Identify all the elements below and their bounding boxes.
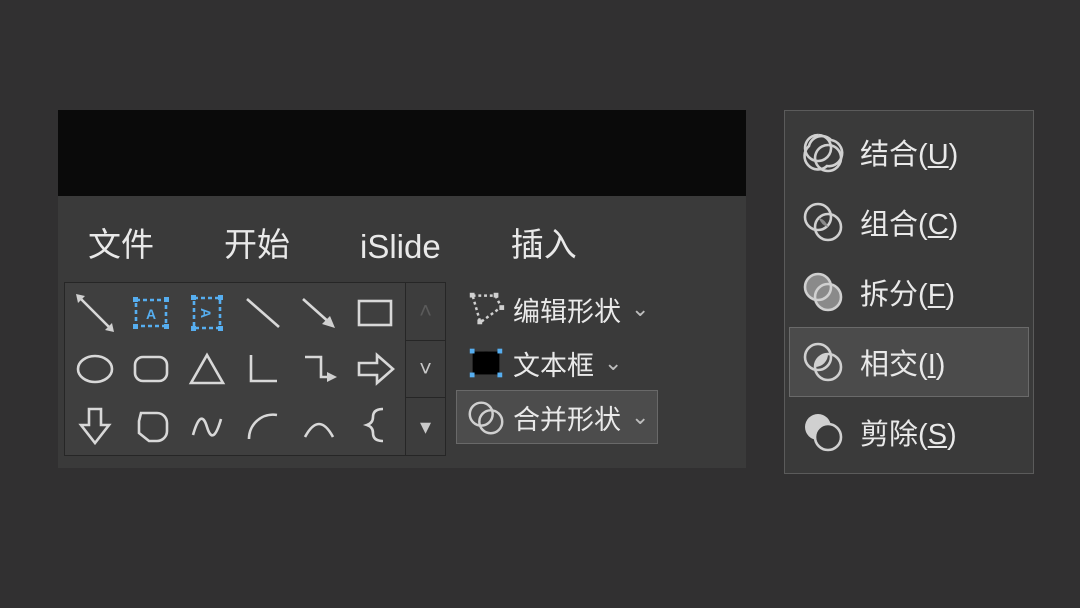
menu-label: 相交(I) — [860, 341, 945, 383]
menu-label: 组合(C) — [860, 201, 958, 243]
shape-line-diagonal[interactable] — [69, 287, 121, 339]
ribbon-tab-islide[interactable]: iSlide — [360, 228, 441, 266]
shape-arc[interactable] — [237, 399, 289, 451]
shape-arrow-line[interactable] — [293, 287, 345, 339]
svg-text:A: A — [477, 348, 495, 376]
shape-line[interactable] — [237, 287, 289, 339]
merge-shapes-menu: 结合(U) 组合(C) 拆分(F) 相交(I) 剪除(S) — [784, 110, 1034, 474]
shape-block-arrow-down[interactable] — [69, 399, 121, 451]
gallery-scrollbar: ˄ ˅ ▾ — [406, 282, 446, 456]
ribbon-tab-file[interactable]: 文件 — [88, 218, 154, 266]
shape-rectangle[interactable] — [349, 287, 401, 339]
menu-item-union[interactable]: 结合(U) — [789, 117, 1029, 187]
gallery-more-button[interactable]: ▾ — [406, 398, 445, 455]
subtract-icon — [800, 409, 846, 455]
text-box-button[interactable]: A 文本框 ⌄ — [456, 336, 658, 390]
merge-shapes-icon — [465, 396, 507, 438]
shape-elbow-connector[interactable] — [293, 343, 345, 395]
combine-icon — [800, 199, 846, 245]
shape-block-arrow-right[interactable] — [349, 343, 401, 395]
menu-label: 结合(U) — [860, 131, 958, 173]
edit-shape-label: 编辑形状 — [513, 290, 621, 329]
chevron-down-icon: ⌄ — [631, 296, 649, 322]
edit-shape-icon — [465, 288, 507, 330]
ribbon-tab-home[interactable]: 开始 — [224, 218, 290, 266]
shape-tools-commands: 编辑形状 ⌄ A 文本框 ⌄ 合并形状 ⌄ — [446, 282, 658, 444]
chevron-down-icon: ⌄ — [604, 350, 622, 376]
svg-text:A: A — [198, 308, 214, 318]
shape-blob[interactable] — [125, 399, 177, 451]
gallery-scroll-up[interactable]: ˄ — [406, 283, 445, 341]
text-box-icon: A — [465, 342, 507, 384]
menu-item-subtract[interactable]: 剪除(S) — [789, 397, 1029, 467]
ribbon-body: A A — [58, 276, 746, 468]
shape-ellipse[interactable] — [69, 343, 121, 395]
shapes-gallery-wrap: A A — [64, 282, 446, 456]
menu-item-combine[interactable]: 组合(C) — [789, 187, 1029, 257]
shape-textbox-horizontal[interactable]: A — [125, 287, 177, 339]
ribbon-tab-insert[interactable]: 插入 — [511, 218, 577, 266]
menu-label: 拆分(F) — [860, 271, 955, 313]
merge-shapes-label: 合并形状 — [513, 398, 621, 437]
shape-triangle[interactable] — [181, 343, 233, 395]
union-icon — [800, 129, 846, 175]
menu-label: 剪除(S) — [860, 411, 957, 453]
ribbon-tab-strip: 文件 开始 iSlide 插入 — [58, 196, 746, 276]
shape-freeform[interactable] — [181, 399, 233, 451]
menu-item-intersect[interactable]: 相交(I) — [789, 327, 1029, 397]
shape-caret[interactable] — [293, 399, 345, 451]
chevron-down-icon: ⌄ — [631, 404, 649, 430]
merge-shapes-button[interactable]: 合并形状 ⌄ — [456, 390, 658, 444]
intersect-icon — [800, 339, 846, 385]
shape-round-rect[interactable] — [125, 343, 177, 395]
ribbon-panel: 文件 开始 iSlide 插入 A A — [58, 110, 746, 468]
shapes-gallery: A A — [64, 282, 406, 456]
text-box-label: 文本框 — [513, 344, 594, 383]
shape-right-angle[interactable] — [237, 343, 289, 395]
edit-shape-button[interactable]: 编辑形状 ⌄ — [456, 282, 658, 336]
svg-text:A: A — [146, 306, 156, 322]
window-titlebar-placeholder — [58, 110, 746, 196]
gallery-scroll-down[interactable]: ˅ — [406, 341, 445, 399]
shape-brace-left[interactable] — [349, 399, 401, 451]
menu-item-fragment[interactable]: 拆分(F) — [789, 257, 1029, 327]
shape-textbox-vertical[interactable]: A — [181, 287, 233, 339]
fragment-icon — [800, 269, 846, 315]
